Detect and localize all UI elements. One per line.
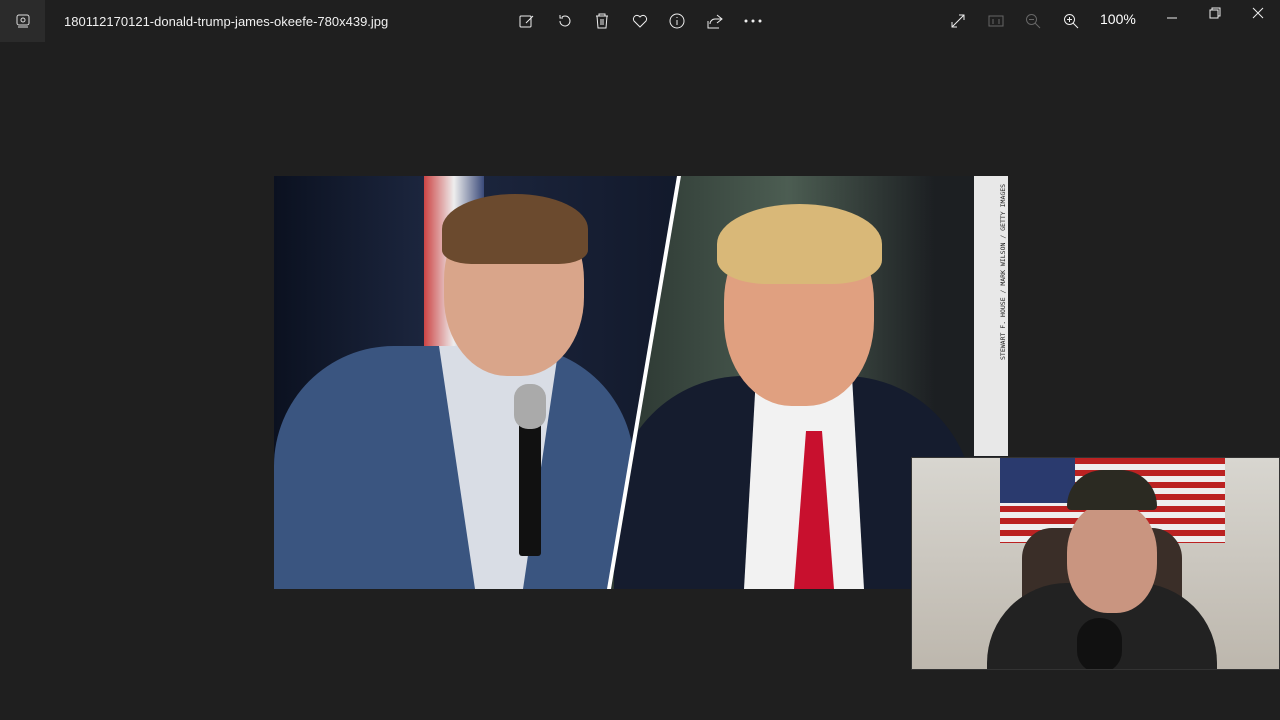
photos-app-icon[interactable] <box>0 0 45 42</box>
close-button[interactable] <box>1247 2 1269 24</box>
displayed-photo: STEWART F. HOUSE / MARK WILSON / GETTY I… <box>274 176 1008 589</box>
photo-credit: STEWART F. HOUSE / MARK WILSON / GETTY I… <box>999 183 1007 360</box>
zoom-level: 100% <box>1100 11 1136 27</box>
zoom-in-icon[interactable] <box>1060 10 1082 32</box>
actual-size-icon[interactable] <box>985 10 1007 32</box>
restore-button[interactable] <box>1204 2 1226 24</box>
more-icon[interactable] <box>742 10 764 32</box>
webcam-overlay <box>911 457 1280 670</box>
zoom-out-icon[interactable] <box>1022 10 1044 32</box>
delete-icon[interactable] <box>591 10 613 32</box>
favorite-icon[interactable] <box>629 10 651 32</box>
info-icon[interactable] <box>666 10 688 32</box>
minimize-button[interactable] <box>1161 2 1183 24</box>
rotate-icon[interactable] <box>554 10 576 32</box>
file-name: 180112170121-donald-trump-james-okeefe-7… <box>64 13 389 29</box>
share-icon[interactable] <box>704 10 726 32</box>
credit-strip: STEWART F. HOUSE / MARK WILSON / GETTY I… <box>974 176 1008 456</box>
fullscreen-icon[interactable] <box>947 10 969 32</box>
edit-icon[interactable] <box>516 10 538 32</box>
